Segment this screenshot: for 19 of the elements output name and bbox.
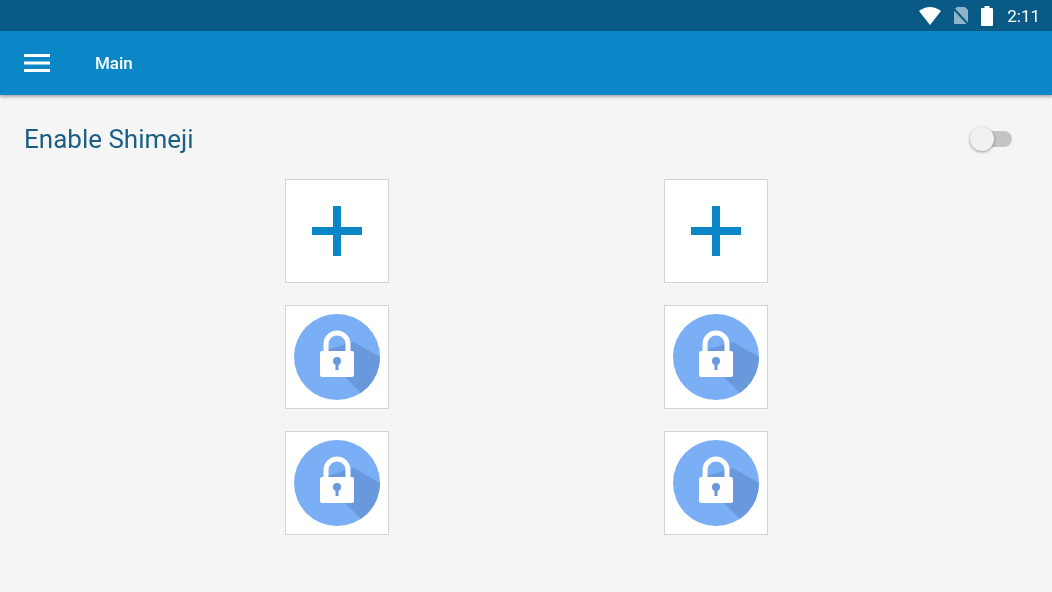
locked-slot[interactable] bbox=[284, 305, 389, 409]
lock-icon bbox=[672, 314, 759, 400]
status-time: 2:11 bbox=[1007, 5, 1040, 26]
locked-slot[interactable] bbox=[663, 305, 768, 409]
lock-icon bbox=[672, 440, 759, 526]
add-slot[interactable] bbox=[663, 179, 768, 283]
no-sim-icon bbox=[953, 6, 970, 25]
locked-slot[interactable] bbox=[284, 431, 389, 535]
plus-icon bbox=[690, 206, 741, 256]
lock-icon bbox=[293, 440, 380, 526]
battery-icon bbox=[981, 5, 994, 26]
wifi-icon bbox=[919, 6, 942, 25]
lock-icon bbox=[293, 314, 380, 400]
setting-label: Enable Shimeji bbox=[24, 124, 194, 154]
add-slot[interactable] bbox=[284, 179, 389, 283]
menu-icon[interactable] bbox=[24, 54, 50, 72]
locked-slot[interactable] bbox=[663, 431, 768, 535]
app-title: Main bbox=[95, 53, 133, 73]
plus-icon bbox=[311, 206, 362, 256]
